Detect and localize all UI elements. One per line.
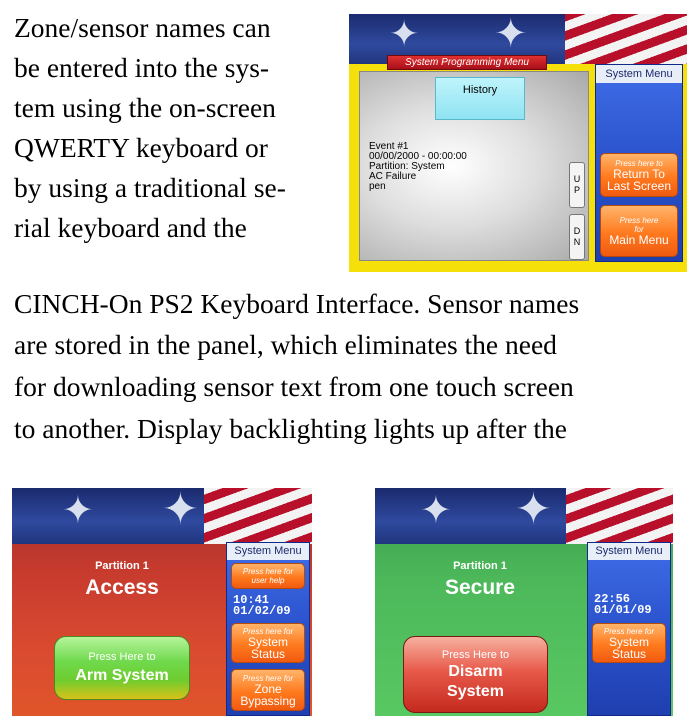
event-details: Event #1 00/00/2000 - 00:00:00 Partition…	[369, 142, 467, 192]
scroll-down-button[interactable]: D N	[569, 214, 585, 260]
return-button-label: Return To	[613, 166, 665, 181]
body-text-line: by using a traditional se-	[14, 172, 286, 203]
up-letter: U	[573, 174, 581, 184]
disarm-button-label: Disarm	[448, 662, 503, 680]
status-text: Secure	[444, 576, 516, 599]
system-menu: System Menu Press here for user help 10:…	[226, 542, 310, 716]
history-button[interactable]: History	[435, 77, 525, 120]
main-button-hint: Press here	[619, 216, 659, 225]
system-status-button[interactable]: Press here for System Status	[592, 623, 666, 663]
clock-date: 01/01/09	[594, 603, 652, 617]
clock-date: 01/02/09	[233, 604, 291, 618]
system-menu: System Menu Press here to Return To Last…	[595, 64, 683, 262]
system-menu-title: System Menu	[227, 543, 309, 560]
status-text: Access	[85, 576, 159, 599]
status-button-label: Status	[250, 646, 286, 661]
system-menu-title: System Menu	[588, 543, 670, 560]
help-button-line: Press here for	[242, 567, 294, 576]
body-text-line: to another. Display backlighting lights …	[14, 413, 567, 444]
bypass-button-label: Zone	[254, 681, 282, 696]
flag-banner: ✦ ✦	[12, 488, 312, 544]
return-button-label: Last Screen	[606, 178, 672, 193]
star-icon: ✦	[62, 490, 94, 532]
star-icon: ✦	[494, 14, 528, 56]
star-icon: ✦	[515, 488, 552, 534]
status-button-label: System	[247, 634, 288, 649]
system-menu-title: System Menu	[596, 65, 682, 83]
screen-title: System Programming Menu	[387, 55, 547, 70]
body-text-line: tem using the on-screen	[14, 92, 276, 123]
bypass-button-label: Bypassing	[240, 693, 296, 708]
disarm-button-hint: Press Here to	[441, 648, 510, 661]
star-icon: ✦	[162, 488, 199, 534]
help-button-line: user help	[251, 576, 285, 585]
arm-button-label: Arm System	[75, 667, 169, 684]
status-button-label: Status	[611, 646, 647, 661]
history-panel: History Event #1 00/00/2000 - 00:00:00 P…	[359, 71, 589, 261]
programming-screen: ✦ ✦ System Programming Menu History Even…	[349, 14, 687, 272]
secure-screen: ✦ ✦ Partition 1 Secure Press Here to Dis…	[375, 488, 673, 716]
return-button[interactable]: Press here to Return To Last Screen	[600, 153, 678, 197]
status-button-label: System	[608, 634, 649, 649]
partition-label: Partition 1	[453, 560, 507, 572]
disarm-button-label: System	[447, 682, 504, 700]
access-screen: ✦ ✦ Partition 1 Access Press Here to Arm…	[12, 488, 312, 716]
disarm-system-button[interactable]: Press Here to Disarm System	[403, 636, 548, 713]
zone-bypassing-button[interactable]: Press here for Zone Bypassing	[231, 669, 305, 711]
body-text-line: rial keyboard and the	[14, 212, 247, 243]
flag-banner: ✦ ✦	[375, 488, 673, 544]
user-help-button[interactable]: Press here for user help	[231, 563, 305, 589]
body-text-line: for downloading sensor text from one tou…	[14, 371, 574, 402]
body-text-line: are stored in the panel, which eliminate…	[14, 329, 557, 360]
down-letter: N	[573, 237, 581, 247]
system-status-button[interactable]: Press here for System Status	[231, 623, 305, 663]
body-text-line: QWERTY keyboard or	[14, 132, 268, 163]
down-letter: D	[573, 226, 581, 236]
body-text-line: CINCH-On PS2 Keyboard Interface. Sensor …	[14, 288, 580, 319]
partition-label: Partition 1	[95, 560, 149, 572]
main-button-label: Main Menu	[609, 233, 669, 247]
star-icon: ✦	[420, 490, 452, 532]
arm-button-hint: Press Here to	[88, 651, 156, 663]
system-menu: System Menu 22:56 01/01/09 Press here fo…	[587, 542, 671, 716]
body-text-line: Zone/sensor names can	[14, 12, 271, 43]
body-text-line: be entered into the sys-	[14, 52, 270, 83]
star-icon: ✦	[389, 14, 420, 54]
event-line: pen	[369, 181, 386, 192]
scroll-up-button[interactable]: U P	[569, 162, 585, 208]
arm-system-button[interactable]: Press Here to Arm System	[54, 636, 190, 700]
up-letter: P	[573, 185, 580, 195]
main-menu-button[interactable]: Press here for Main Menu	[600, 205, 678, 257]
